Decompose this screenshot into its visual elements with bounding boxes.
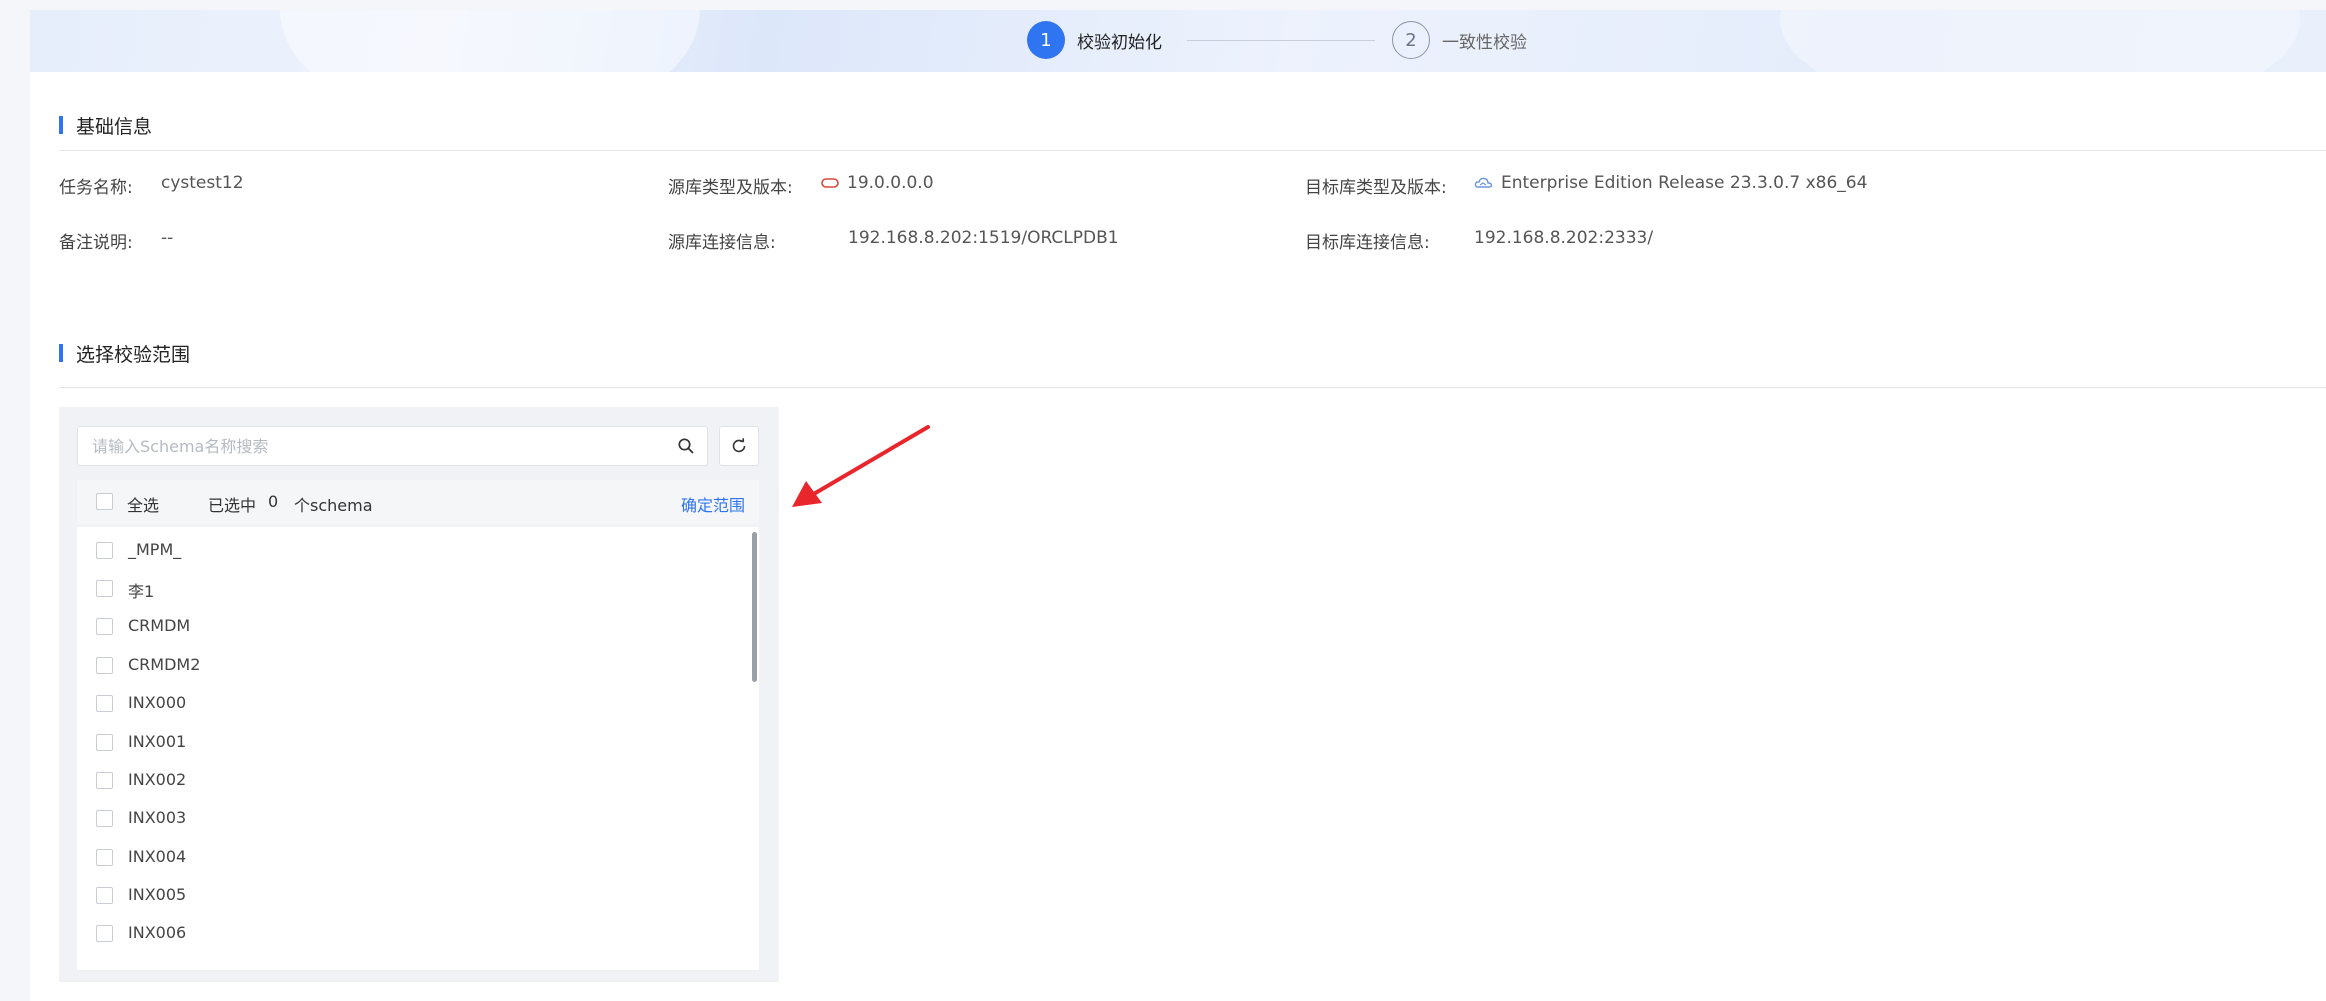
remark: 备注说明:	[59, 228, 133, 253]
source-conn: 源库连接信息:	[668, 228, 776, 253]
selected-prefix: 已选中	[208, 496, 257, 515]
header-decoration	[280, 10, 700, 72]
search-icon[interactable]	[677, 437, 695, 455]
item-checkbox[interactable]	[96, 772, 113, 789]
list-scrollbar[interactable]	[752, 532, 757, 682]
source-conn-value: 192.168.8.202:1519/ORCLPDB1	[848, 228, 1119, 248]
item-checkbox[interactable]	[96, 580, 113, 597]
source-type-label: 源库类型及版本:	[668, 178, 793, 198]
step-1[interactable]: 1 校验初始化	[1027, 21, 1162, 59]
item-checkbox[interactable]	[96, 887, 113, 904]
basic-info-title: 基础信息	[59, 115, 152, 138]
source-version-text: 19.0.0.0.0	[847, 173, 934, 193]
item-checkbox[interactable]	[96, 810, 113, 827]
target-conn: 目标库连接信息:	[1305, 228, 1430, 253]
source-type: 源库类型及版本:	[668, 173, 793, 198]
item-label: INX004	[128, 847, 187, 866]
item-label: INX002	[128, 770, 187, 789]
list-item[interactable]: INX003	[77, 800, 737, 838]
step-2[interactable]: 2 一致性校验	[1392, 21, 1527, 59]
refresh-icon	[732, 438, 746, 453]
step-connector	[1187, 40, 1375, 41]
item-label: INX005	[128, 885, 187, 904]
annotation-arrow-icon	[792, 425, 930, 507]
remark-value: --	[161, 228, 174, 248]
list-item[interactable]: INX001	[77, 724, 737, 762]
remark-label: 备注说明:	[59, 233, 133, 253]
target-conn-label: 目标库连接信息:	[1305, 233, 1430, 253]
schema-search-input[interactable]	[78, 427, 658, 465]
item-checkbox[interactable]	[96, 618, 113, 635]
basic-info-title-text: 基础信息	[76, 115, 153, 138]
search-box	[77, 426, 708, 466]
item-checkbox[interactable]	[96, 925, 113, 942]
select-all-checkbox[interactable]	[96, 493, 113, 510]
scope-divider	[59, 387, 2326, 388]
schema-selector-panel: 全选 已选中 0 个schema 确定范围 _MPM_ 李1 CRMDM CRM…	[59, 407, 779, 982]
item-checkbox[interactable]	[96, 542, 113, 559]
selected-suffix: 个schema	[294, 496, 373, 515]
list-header: 全选 已选中 0 个schema 确定范围	[77, 480, 759, 524]
select-all-label: 全选	[127, 496, 160, 515]
item-label: _MPM_	[128, 540, 182, 559]
list-item[interactable]: CRMDM2	[77, 647, 737, 685]
task-name-label: 任务名称:	[59, 178, 133, 198]
target-conn-value: 192.168.8.202:2333/	[1474, 228, 1654, 248]
item-label: 李1	[128, 582, 155, 601]
item-label: INX003	[128, 808, 187, 827]
basic-info-divider	[59, 150, 2326, 151]
list-item[interactable]: 李1	[77, 570, 737, 608]
schema-list: _MPM_ 李1 CRMDM CRMDM2 INX000 INX001 INX0…	[77, 527, 759, 970]
list-item[interactable]: INX004	[77, 839, 737, 877]
item-checkbox[interactable]	[96, 657, 113, 674]
task-name: 任务名称:	[59, 173, 133, 198]
target-type-label: 目标库类型及版本:	[1305, 178, 1447, 198]
step-1-label: 校验初始化	[1077, 32, 1162, 53]
target-version-text: Enterprise Edition Release 23.3.0.7 x86_…	[1501, 173, 1868, 193]
task-name-value: cystest12	[161, 173, 244, 193]
item-label: CRMDM2	[128, 655, 201, 674]
target-type-value: Enterprise Edition Release 23.3.0.7 x86_…	[1474, 173, 1867, 193]
scope-title: 选择校验范围	[59, 343, 190, 366]
source-conn-label: 源库连接信息:	[668, 233, 776, 253]
item-label: CRMDM	[128, 616, 191, 635]
page: 1 校验初始化 2 一致性校验 基础信息 任务名称: cystest12 源库类…	[30, 10, 2326, 1001]
scope-title-text: 选择校验范围	[76, 343, 191, 366]
cloud-db-icon	[1474, 177, 1493, 188]
step-2-label: 一致性校验	[1442, 32, 1527, 53]
item-label: INX000	[128, 693, 187, 712]
steps-bar: 1 校验初始化 2 一致性校验	[30, 10, 2326, 72]
list-item[interactable]: INX006	[77, 915, 737, 953]
list-item[interactable]: INX000	[77, 685, 737, 723]
selected-count: 0	[268, 492, 279, 511]
list-item[interactable]: INX002	[77, 762, 737, 800]
source-type-value: 19.0.0.0.0	[821, 173, 934, 193]
target-type: 目标库类型及版本:	[1305, 173, 1447, 198]
step-1-number: 1	[1027, 21, 1065, 59]
list-item[interactable]: CRMDM	[77, 608, 737, 646]
refresh-button[interactable]	[719, 426, 759, 466]
list-item[interactable]: INX005	[77, 877, 737, 915]
item-label: INX001	[128, 732, 187, 751]
step-2-number: 2	[1392, 21, 1430, 59]
section-accent-bar	[59, 344, 63, 362]
list-item[interactable]: _MPM_	[77, 532, 737, 570]
item-checkbox[interactable]	[96, 734, 113, 751]
item-label: INX006	[128, 923, 187, 942]
item-checkbox[interactable]	[96, 695, 113, 712]
section-accent-bar	[59, 116, 63, 134]
item-checkbox[interactable]	[96, 849, 113, 866]
oracle-db-icon	[821, 178, 839, 188]
confirm-range-link[interactable]: 确定范围	[681, 492, 745, 516]
header-decoration	[1780, 10, 2300, 72]
